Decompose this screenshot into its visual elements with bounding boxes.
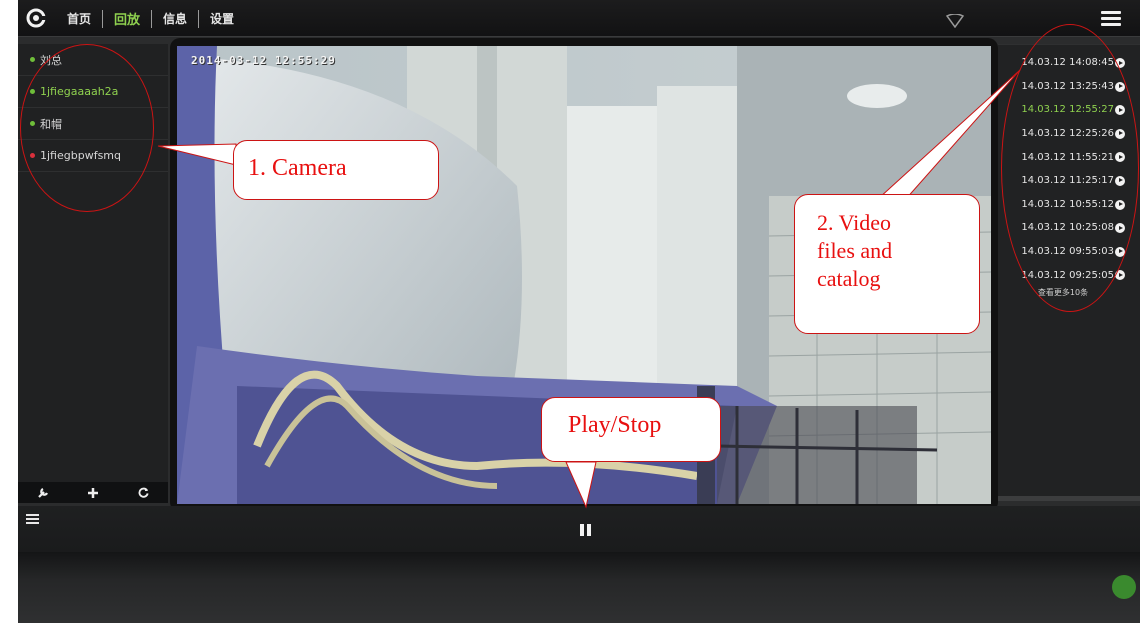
wrench-icon[interactable] bbox=[18, 482, 68, 503]
hamburger-menu-icon[interactable] bbox=[1101, 11, 1121, 27]
plus-icon[interactable] bbox=[68, 482, 118, 503]
camera-callout: 1. Camera bbox=[233, 140, 439, 200]
video-timestamp-overlay: 2014-03-12 12:55:29 bbox=[191, 54, 336, 67]
pause-button-icon[interactable] bbox=[580, 524, 592, 536]
app-logo-icon bbox=[26, 8, 46, 28]
footer-area bbox=[18, 552, 1140, 623]
recording-list-footer bbox=[998, 496, 1140, 501]
refresh-icon[interactable] bbox=[118, 482, 168, 503]
green-action-button[interactable] bbox=[1112, 575, 1136, 599]
nav-home[interactable]: 首页 bbox=[56, 10, 102, 27]
wifi-signal-icon bbox=[946, 14, 964, 28]
camera-toolbar bbox=[18, 482, 168, 503]
video-callout-line: 2. Video bbox=[817, 210, 892, 235]
play-stop-callout: Play/Stop bbox=[541, 397, 721, 462]
recording-highlight-ellipse bbox=[1001, 24, 1139, 312]
main-nav: 首页 回放 信息 设置 bbox=[56, 0, 245, 37]
video-callout-line: catalog bbox=[817, 266, 881, 291]
video-callout-line: files and bbox=[817, 238, 893, 263]
top-navigation-bar: 首页 回放 信息 设置 bbox=[18, 0, 1140, 37]
list-toggle-icon[interactable] bbox=[26, 514, 39, 526]
play-stop-callout-text: Play/Stop bbox=[568, 412, 662, 438]
camera-callout-text: 1. Camera bbox=[248, 155, 347, 181]
online-status-dot-icon bbox=[30, 57, 35, 62]
nav-playback[interactable]: 回放 bbox=[103, 9, 151, 28]
camera-highlight-ellipse bbox=[20, 44, 154, 212]
video-files-callout: 2. Video files and catalog bbox=[794, 194, 980, 334]
playback-control-bar bbox=[18, 506, 1140, 552]
nav-settings[interactable]: 设置 bbox=[199, 10, 245, 27]
nav-info[interactable]: 信息 bbox=[152, 10, 198, 27]
